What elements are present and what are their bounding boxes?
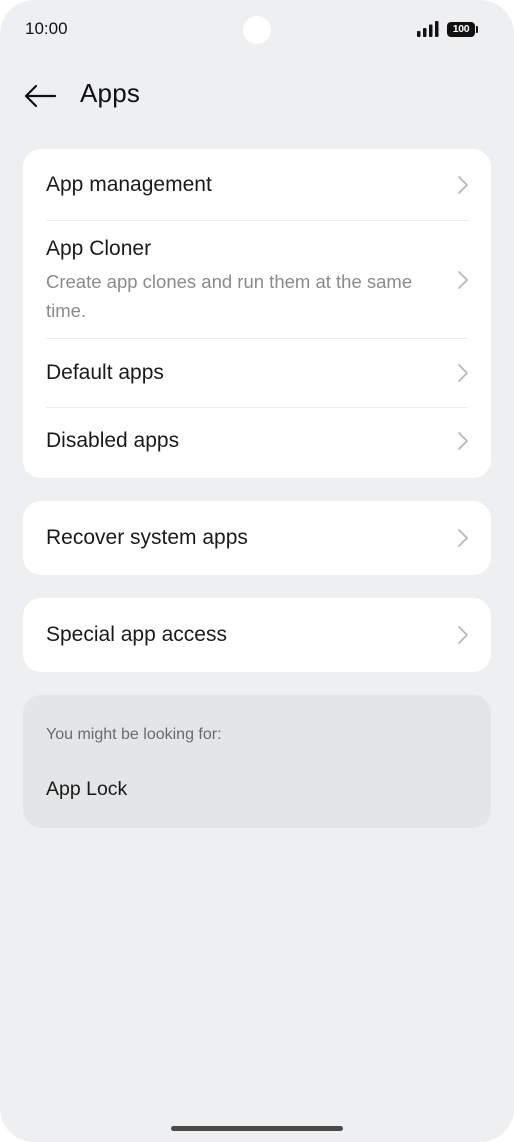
status-bar: 10:00 100 (0, 0, 514, 60)
arrow-left-icon (24, 85, 56, 107)
battery-icon: 100 (447, 22, 479, 38)
default-apps-item[interactable]: Default apps (23, 339, 491, 407)
disabled-apps-label: Disabled apps (46, 429, 180, 452)
suggestions-heading: You might be looking for: (46, 726, 222, 743)
app-management-label: App management (46, 173, 212, 196)
default-apps-label: Default apps (46, 361, 164, 384)
chevron-right-icon (458, 176, 468, 194)
chevron-right-icon (458, 432, 468, 450)
back-button[interactable] (18, 74, 62, 118)
suggestions-panel: You might be looking for: App Lock (23, 695, 491, 828)
special-app-access-label: Special app access (46, 623, 227, 646)
app-cloner-label: App Cloner (46, 237, 152, 260)
recover-system-apps-item[interactable]: Recover system apps (23, 501, 491, 575)
chevron-right-icon (458, 364, 468, 382)
apps-settings-screen: 10:00 100 Apps App management App Cloner… (0, 0, 514, 1142)
chevron-right-icon (458, 271, 468, 289)
status-time: 10:00 (25, 19, 68, 38)
front-camera-cutout (243, 16, 271, 44)
apps-settings-group: App management App Cloner Create app clo… (23, 149, 491, 478)
disabled-apps-item[interactable]: Disabled apps (23, 408, 491, 478)
special-app-access-item[interactable]: Special app access (23, 598, 491, 672)
app-management-item[interactable]: App management (23, 149, 491, 220)
page-title: Apps (80, 78, 141, 108)
recover-system-apps-label: Recover system apps (46, 526, 248, 549)
chevron-right-icon (458, 529, 468, 547)
battery-tip (476, 26, 478, 33)
chevron-right-icon (458, 626, 468, 644)
app-cloner-description: Create app clones and run them at the sa… (46, 271, 413, 321)
battery-level: 100 (452, 23, 470, 35)
app-cloner-item[interactable]: App Cloner Create app clones and run the… (23, 221, 491, 338)
home-indicator[interactable] (171, 1126, 343, 1131)
suggestion-app-lock-link[interactable]: App Lock (46, 778, 127, 801)
signal-bars-icon (417, 21, 439, 37)
